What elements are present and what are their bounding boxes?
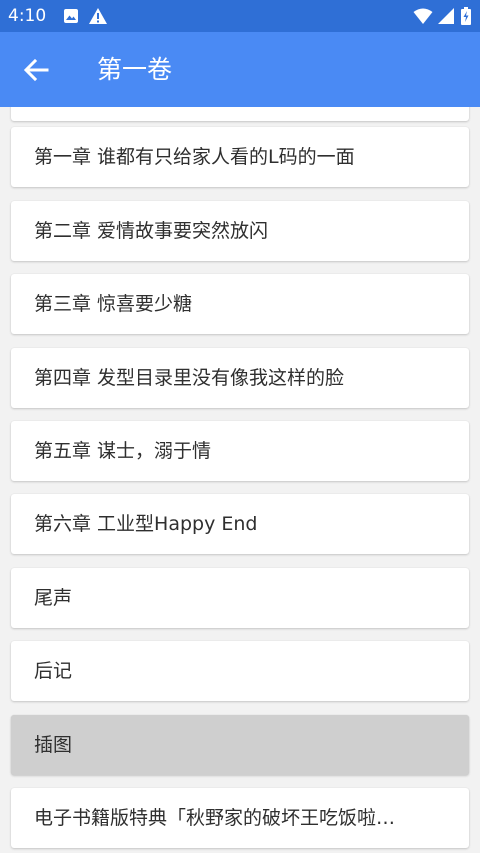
chapter-title: 第三章 惊喜要少糖	[34, 293, 193, 315]
list-item[interactable]: 后记	[11, 641, 469, 701]
arrow-back-icon	[23, 58, 49, 82]
list-item[interactable]	[11, 107, 469, 121]
status-time: 4:10	[8, 6, 47, 26]
list-item[interactable]: 第四章 发型目录里没有像我这样的脸	[11, 348, 469, 408]
list-item[interactable]: 第一章 谁都有只给家人看的L码的一面	[11, 127, 469, 187]
chapter-title: 尾声	[34, 587, 73, 609]
list-item[interactable]: 第二章 爱情故事要突然放闪	[11, 201, 469, 261]
page-title: 第一卷	[97, 55, 173, 84]
chapter-title: 后记	[34, 660, 73, 682]
list-item[interactable]: 第三章 惊喜要少糖	[11, 274, 469, 334]
chapter-title: 第二章 爱情故事要突然放闪	[34, 220, 269, 242]
list-item[interactable]: 电子书籍版特典「秋野家的破坏王吃饭啦…	[11, 788, 469, 848]
battery-icon	[460, 7, 472, 25]
chapter-title: 第五章 谋士，溺于情	[34, 440, 212, 462]
chapter-title: 第一章 谁都有只给家人看的L码的一面	[34, 146, 355, 168]
chapter-title: 插图	[34, 734, 73, 756]
chapter-list[interactable]: 第一章 谁都有只给家人看的L码的一面 第二章 爱情故事要突然放闪 第三章 惊喜要…	[0, 107, 480, 853]
chapter-title: 第四章 发型目录里没有像我这样的脸	[34, 367, 345, 389]
list-item[interactable]: 尾声	[11, 568, 469, 628]
cell-signal-icon	[437, 7, 455, 25]
chapter-title: 第六章 工业型Happy End	[34, 513, 258, 535]
photo-notification-icon	[62, 7, 80, 25]
status-bar: 4:10	[0, 0, 480, 32]
list-item-selected[interactable]: 插图	[11, 715, 469, 775]
app-bar: 第一卷	[0, 32, 480, 107]
list-item[interactable]: 第五章 谋士，溺于情	[11, 421, 469, 481]
chapter-title: 电子书籍版特典「秋野家的破坏王吃饭啦…	[34, 807, 396, 829]
back-button[interactable]	[18, 52, 58, 88]
warning-icon	[88, 7, 108, 25]
list-item[interactable]: 第六章 工业型Happy End	[11, 494, 469, 554]
wifi-icon	[413, 7, 433, 25]
